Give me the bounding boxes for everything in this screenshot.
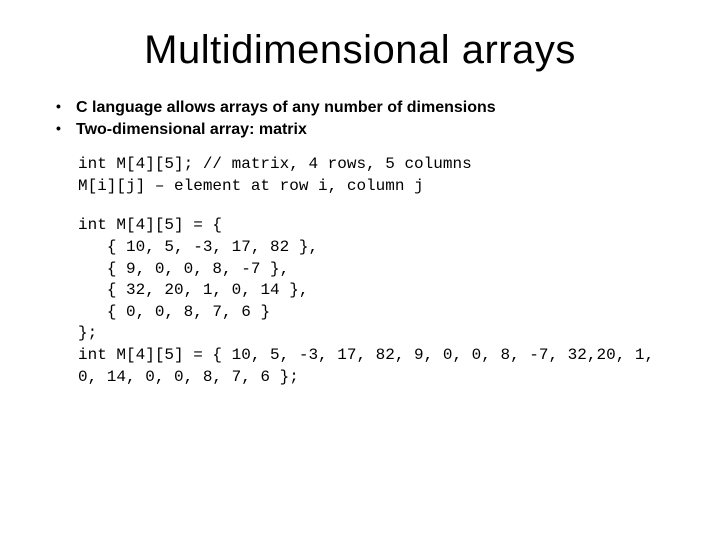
slide: Multidimensional arrays C language allow…: [0, 0, 720, 540]
bullet-list: C language allows arrays of any number o…: [50, 97, 670, 140]
code-block-initialization: int M[4][5] = { { 10, 5, -3, 17, 82 }, {…: [78, 215, 670, 388]
code-block-declaration: int M[4][5]; // matrix, 4 rows, 5 column…: [78, 154, 670, 197]
slide-title: Multidimensional arrays: [50, 28, 670, 73]
bullet-item: Two-dimensional array: matrix: [50, 119, 670, 141]
bullet-item: C language allows arrays of any number o…: [50, 97, 670, 119]
